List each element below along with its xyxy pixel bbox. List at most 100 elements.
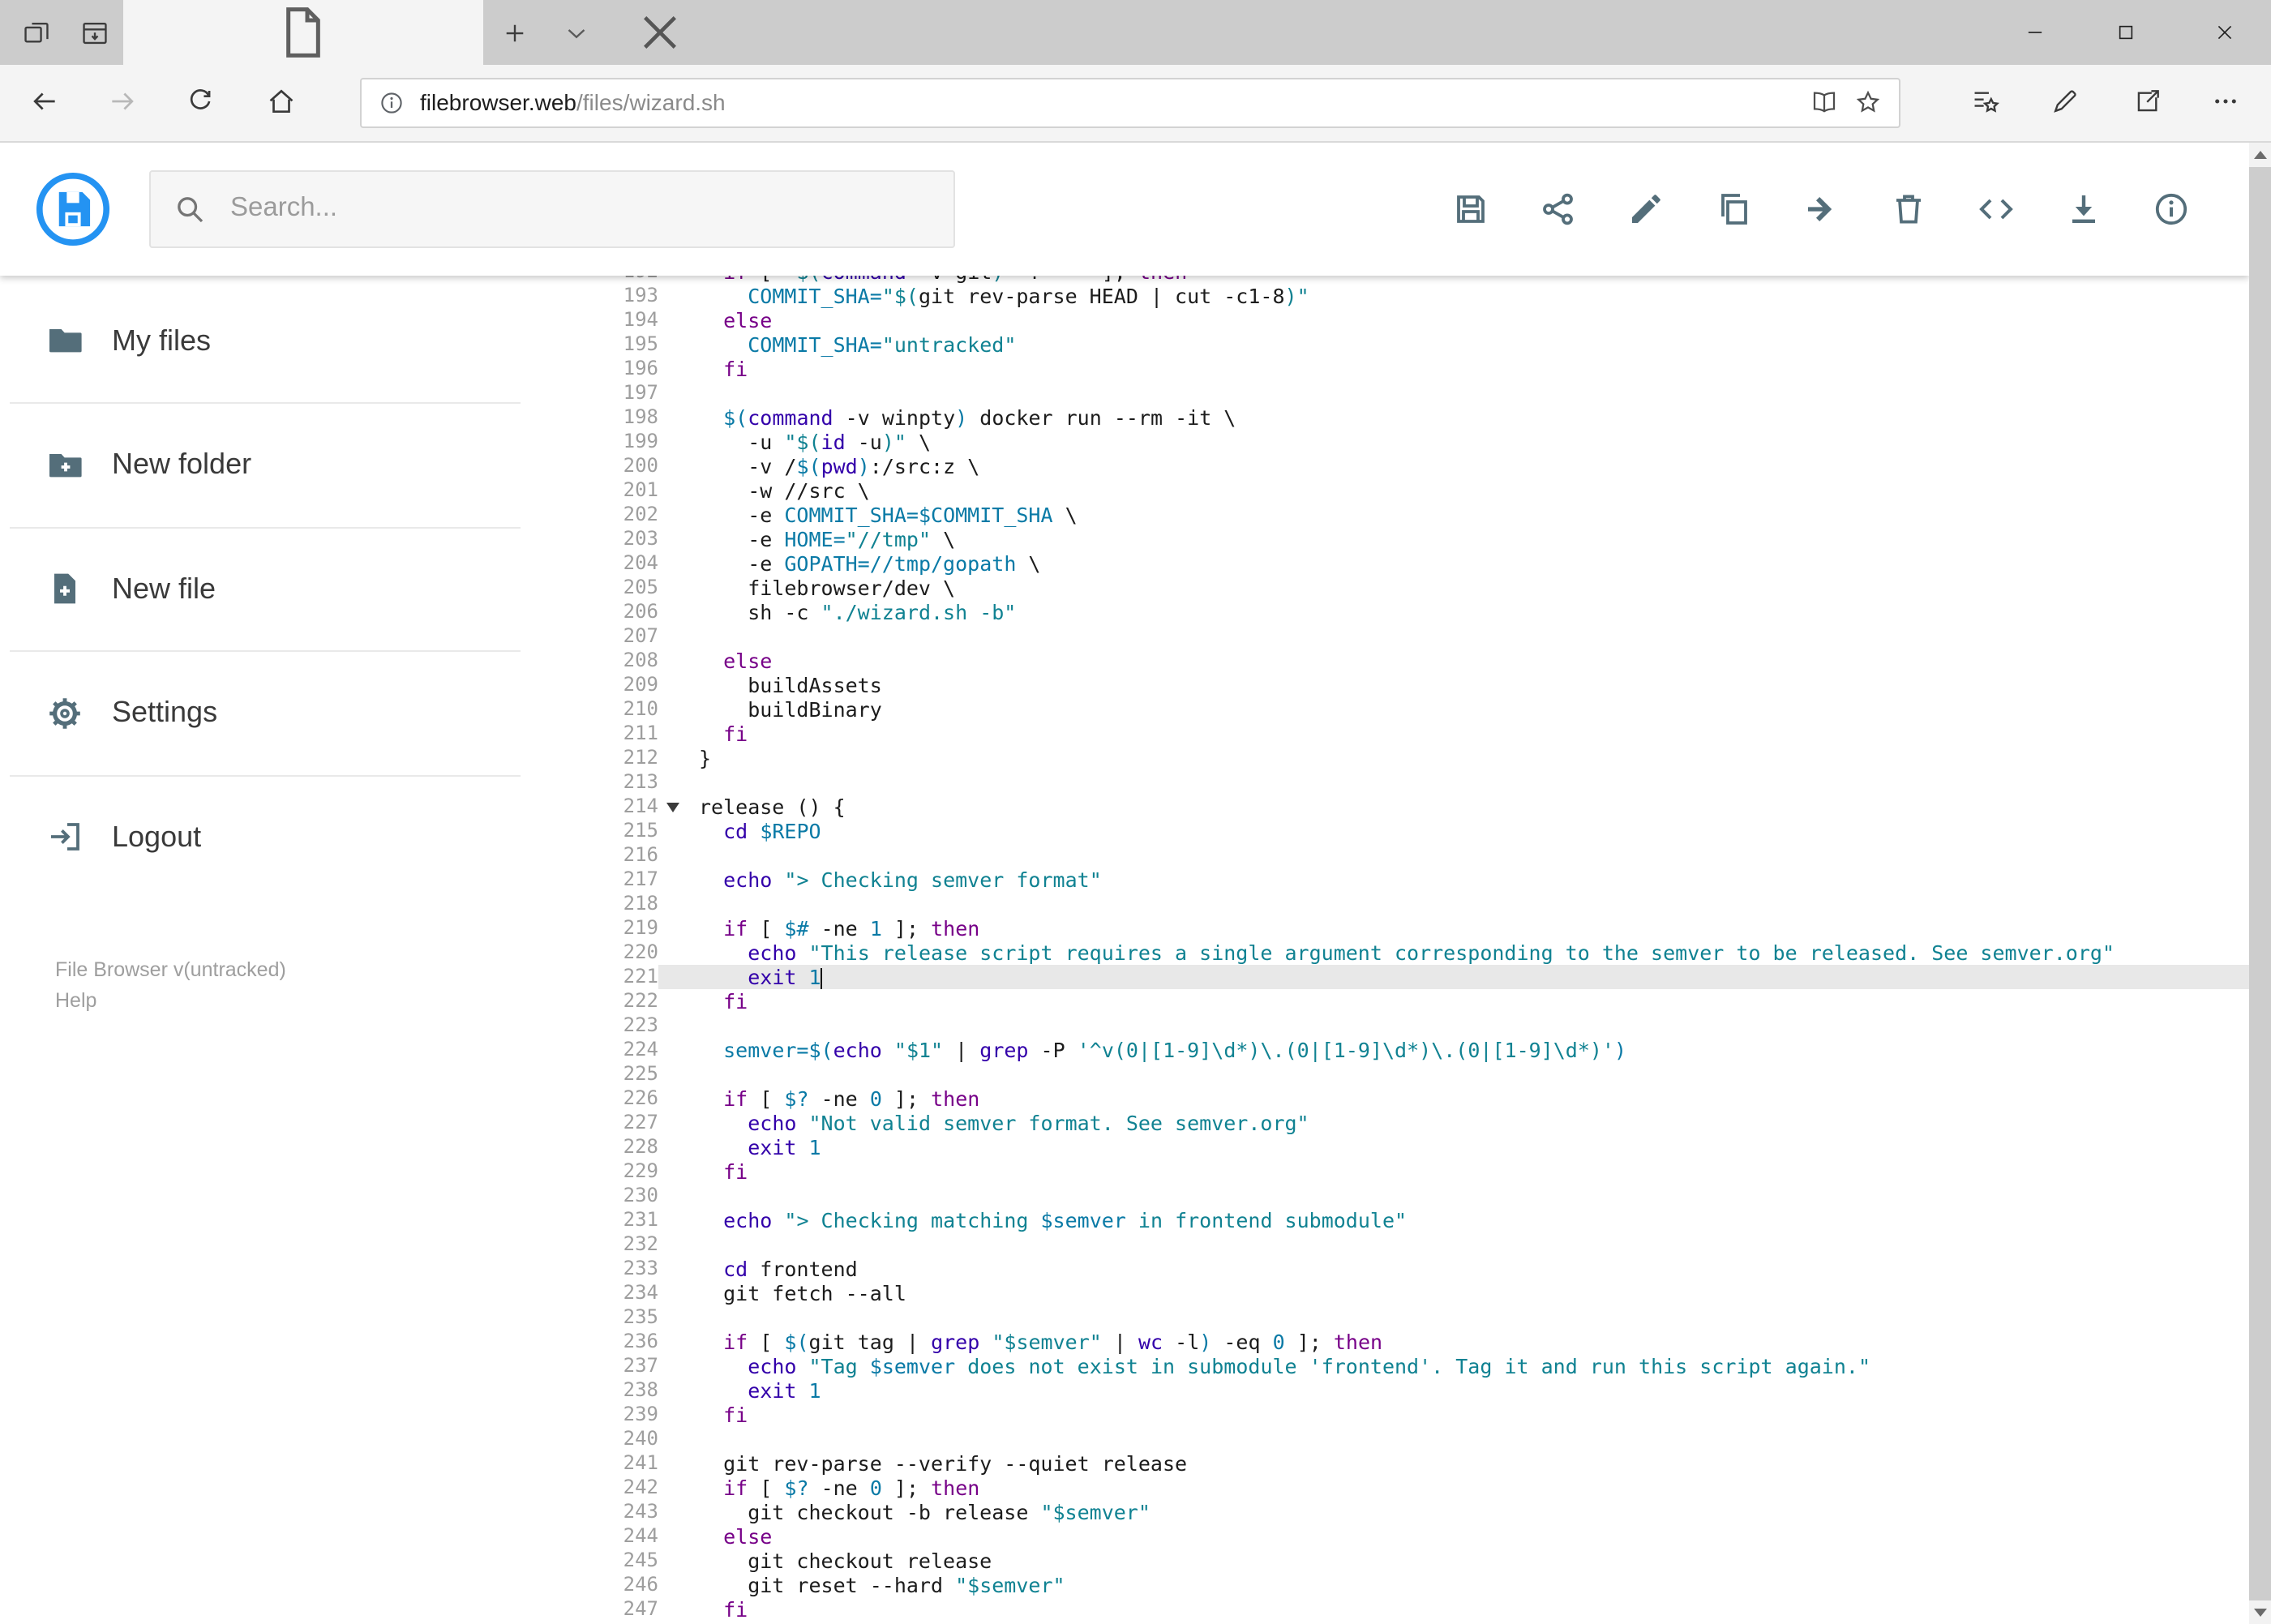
code-line-203[interactable]: 203 -e HOME="//tmp" \ bbox=[593, 527, 2249, 551]
code-text[interactable]: if [ $# -ne 1 ]; then bbox=[691, 916, 2249, 941]
code-line-233[interactable]: 233 cd frontend bbox=[593, 1257, 2249, 1281]
code-text[interactable]: git reset --hard "$semver" bbox=[691, 1573, 2249, 1597]
code-text[interactable] bbox=[691, 624, 2249, 649]
code-line-244[interactable]: 244 else bbox=[593, 1524, 2249, 1549]
code-line-236[interactable]: 236 if [ $(git tag | grep "$semver" | wc… bbox=[593, 1330, 2249, 1354]
new-tab-button[interactable] bbox=[493, 11, 535, 54]
share-file-button[interactable] bbox=[1539, 190, 1578, 229]
code-text[interactable]: echo "Tag $semver does not exist in subm… bbox=[691, 1354, 2249, 1378]
forward-button[interactable] bbox=[97, 76, 146, 125]
code-line-228[interactable]: 228 exit 1 bbox=[593, 1135, 2249, 1159]
code-line-213[interactable]: 213 bbox=[593, 770, 2249, 795]
search-input[interactable] bbox=[227, 191, 931, 225]
code-editor[interactable]: 192 if [ "$(command -v git)" != "" ]; th… bbox=[593, 276, 2249, 1624]
code-line-221[interactable]: 221 exit 1 bbox=[593, 965, 2249, 989]
code-line-210[interactable]: 210 buildBinary bbox=[593, 697, 2249, 722]
favorite-star-button[interactable] bbox=[1853, 88, 1883, 117]
code-text[interactable]: if [ $(git tag | grep "$semver" | wc -l)… bbox=[691, 1330, 2249, 1354]
browser-tab[interactable]: wizard.sh bbox=[123, 0, 676, 65]
code-text[interactable]: -e COMMIT_SHA=$COMMIT_SHA \ bbox=[691, 503, 2249, 527]
code-text[interactable]: if [ $? -ne 0 ]; then bbox=[691, 1476, 2249, 1500]
code-text[interactable]: -v /$(pwd):/src:z \ bbox=[691, 454, 2249, 478]
code-text[interactable]: git checkout -b release "$semver" bbox=[691, 1500, 2249, 1524]
code-text[interactable]: cd frontend bbox=[691, 1257, 2249, 1281]
code-line-229[interactable]: 229 fi bbox=[593, 1159, 2249, 1184]
code-text[interactable]: -u "$(id -u)" \ bbox=[691, 430, 2249, 454]
code-text[interactable] bbox=[691, 892, 2249, 916]
code-line-216[interactable]: 216 bbox=[593, 843, 2249, 868]
code-text[interactable] bbox=[691, 1013, 2249, 1038]
code-line-240[interactable]: 240 bbox=[593, 1427, 2249, 1451]
scroll-up-button[interactable] bbox=[2249, 143, 2271, 165]
code-line-242[interactable]: 242 if [ $? -ne 0 ]; then bbox=[593, 1476, 2249, 1500]
code-line-239[interactable]: 239 fi bbox=[593, 1403, 2249, 1427]
code-text[interactable]: fi bbox=[691, 722, 2249, 746]
tab-close-button[interactable] bbox=[496, 0, 824, 65]
code-text[interactable]: echo "This release script requires a sin… bbox=[691, 941, 2249, 965]
code-text[interactable]: -w //src \ bbox=[691, 478, 2249, 503]
code-text[interactable]: cd $REPO bbox=[691, 819, 2249, 843]
code-text[interactable]: exit 1 bbox=[691, 965, 2249, 989]
code-text[interactable]: git rev-parse --verify --quiet release bbox=[691, 1451, 2249, 1476]
code-line-197[interactable]: 197 bbox=[593, 381, 2249, 405]
address-bar[interactable]: filebrowser.web/files/wizard.sh bbox=[360, 77, 1900, 127]
code-line-237[interactable]: 237 echo "Tag $semver does not exist in … bbox=[593, 1354, 2249, 1378]
code-line-206[interactable]: 206 sh -c "./wizard.sh -b" bbox=[593, 600, 2249, 624]
code-line-226[interactable]: 226 if [ $? -ne 0 ]; then bbox=[593, 1086, 2249, 1111]
code-line-222[interactable]: 222 fi bbox=[593, 989, 2249, 1013]
scroll-down-button[interactable] bbox=[2249, 1601, 2271, 1624]
code-line-202[interactable]: 202 -e COMMIT_SHA=$COMMIT_SHA \ bbox=[593, 503, 2249, 527]
search-box[interactable] bbox=[149, 169, 955, 247]
code-line-235[interactable]: 235 bbox=[593, 1305, 2249, 1330]
code-text[interactable]: buildAssets bbox=[691, 673, 2249, 697]
tab-preview-chevron-button[interactable] bbox=[555, 11, 597, 54]
code-line-246[interactable]: 246 git reset --hard "$semver" bbox=[593, 1573, 2249, 1597]
code-text[interactable]: COMMIT_SHA="$(git rev-parse HEAD | cut -… bbox=[691, 284, 2249, 308]
code-text[interactable] bbox=[691, 1232, 2249, 1257]
code-line-208[interactable]: 208 else bbox=[593, 649, 2249, 673]
code-line-227[interactable]: 227 echo "Not valid semver format. See s… bbox=[593, 1111, 2249, 1135]
code-text[interactable] bbox=[691, 1427, 2249, 1451]
code-line-231[interactable]: 231 echo "> Checking matching $semver in… bbox=[593, 1208, 2249, 1232]
code-text[interactable]: git checkout release bbox=[691, 1549, 2249, 1573]
code-text[interactable]: buildBinary bbox=[691, 697, 2249, 722]
code-line-198[interactable]: 198 $(command -v winpty) docker run --rm… bbox=[593, 405, 2249, 430]
code-line-243[interactable]: 243 git checkout -b release "$semver" bbox=[593, 1500, 2249, 1524]
code-line-194[interactable]: 194 else bbox=[593, 308, 2249, 332]
code-text[interactable]: echo "Not valid semver format. See semve… bbox=[691, 1111, 2249, 1135]
code-text[interactable]: -e HOME="//tmp" \ bbox=[691, 527, 2249, 551]
code-line-200[interactable]: 200 -v /$(pwd):/src:z \ bbox=[593, 454, 2249, 478]
home-button[interactable] bbox=[256, 76, 305, 125]
code-text[interactable] bbox=[691, 843, 2249, 868]
download-file-button[interactable] bbox=[2064, 190, 2103, 229]
save-file-button[interactable] bbox=[1451, 190, 1490, 229]
code-text[interactable] bbox=[691, 1305, 2249, 1330]
web-note-button[interactable] bbox=[2040, 76, 2089, 125]
scrollbar[interactable] bbox=[2249, 143, 2271, 1624]
code-line-220[interactable]: 220 echo "This release script requires a… bbox=[593, 941, 2249, 965]
code-text[interactable]: fi bbox=[691, 1159, 2249, 1184]
code-text[interactable]: echo "> Checking matching $semver in fro… bbox=[691, 1208, 2249, 1232]
code-line-218[interactable]: 218 bbox=[593, 892, 2249, 916]
site-info-icon[interactable] bbox=[378, 88, 405, 116]
code-line-232[interactable]: 232 bbox=[593, 1232, 2249, 1257]
refresh-button[interactable] bbox=[175, 76, 224, 125]
edit-file-button[interactable] bbox=[1626, 190, 1665, 229]
app-logo[interactable] bbox=[36, 172, 110, 246]
code-line-223[interactable]: 223 bbox=[593, 1013, 2249, 1038]
code-line-234[interactable]: 234 git fetch --all bbox=[593, 1281, 2249, 1305]
code-text[interactable]: sh -c "./wizard.sh -b" bbox=[691, 600, 2249, 624]
back-button[interactable] bbox=[19, 76, 68, 125]
code-line-201[interactable]: 201 -w //src \ bbox=[593, 478, 2249, 503]
delete-file-button[interactable] bbox=[1889, 190, 1928, 229]
code-text[interactable] bbox=[691, 1062, 2249, 1086]
file-info-button[interactable] bbox=[2152, 190, 2191, 229]
code-text[interactable]: fi bbox=[691, 357, 2249, 381]
share-page-button[interactable] bbox=[2123, 76, 2171, 125]
code-text[interactable]: -e GOPATH=//tmp/gopath \ bbox=[691, 551, 2249, 576]
code-line-212[interactable]: 212} bbox=[593, 746, 2249, 770]
code-text[interactable] bbox=[691, 1184, 2249, 1208]
window-close-button[interactable] bbox=[2189, 0, 2260, 65]
raw-code-button[interactable] bbox=[1977, 190, 2016, 229]
code-text[interactable]: exit 1 bbox=[691, 1135, 2249, 1159]
